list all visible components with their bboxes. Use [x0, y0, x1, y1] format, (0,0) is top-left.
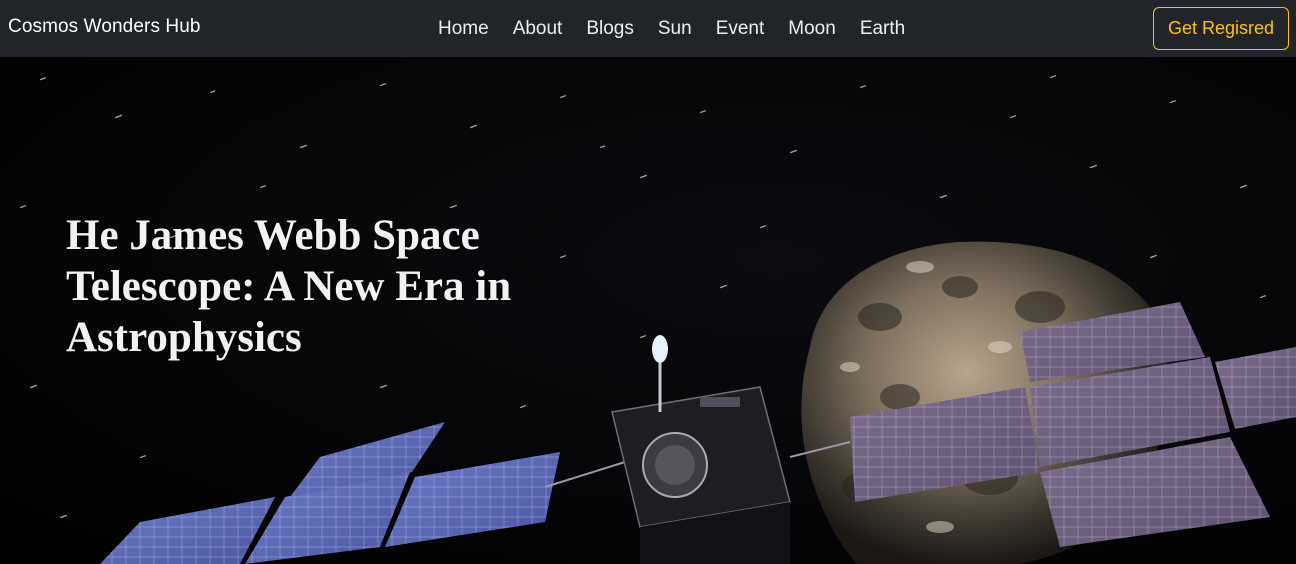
nav-link-blogs[interactable]: Blogs — [574, 0, 646, 57]
nav-item-moon: Moon — [776, 0, 848, 57]
nav-item-home: Home — [426, 0, 501, 57]
nav-link-earth[interactable]: Earth — [848, 0, 917, 57]
nav-item-blogs: Blogs — [574, 0, 646, 57]
nav-link-home[interactable]: Home — [426, 0, 501, 57]
nav-link-about[interactable]: About — [501, 0, 575, 57]
left-solar-panel — [100, 422, 626, 564]
nav-item-sun: Sun — [646, 0, 704, 57]
nav-link-event[interactable]: Event — [704, 0, 777, 57]
get-registered-button[interactable]: Get Regisred — [1152, 7, 1289, 50]
hero-banner: He James Webb Space Telescope: A New Era… — [0, 57, 1296, 564]
nav-link-sun[interactable]: Sun — [646, 0, 704, 57]
nav-links: Home About Blogs Sun Event Moon Earth — [426, 0, 917, 57]
hero-title: He James Webb Space Telescope: A New Era… — [66, 212, 512, 361]
brand-logo-text[interactable]: Cosmos Wonders Hub — [8, 16, 201, 38]
navbar: Cosmos Wonders Hub Home About Blogs Sun … — [0, 0, 1296, 57]
nav-item-event: Event — [704, 0, 777, 57]
spacecraft-body — [611, 335, 791, 564]
nav-item-earth: Earth — [848, 0, 917, 57]
nav-item-about: About — [501, 0, 575, 57]
nav-link-moon[interactable]: Moon — [776, 0, 848, 57]
